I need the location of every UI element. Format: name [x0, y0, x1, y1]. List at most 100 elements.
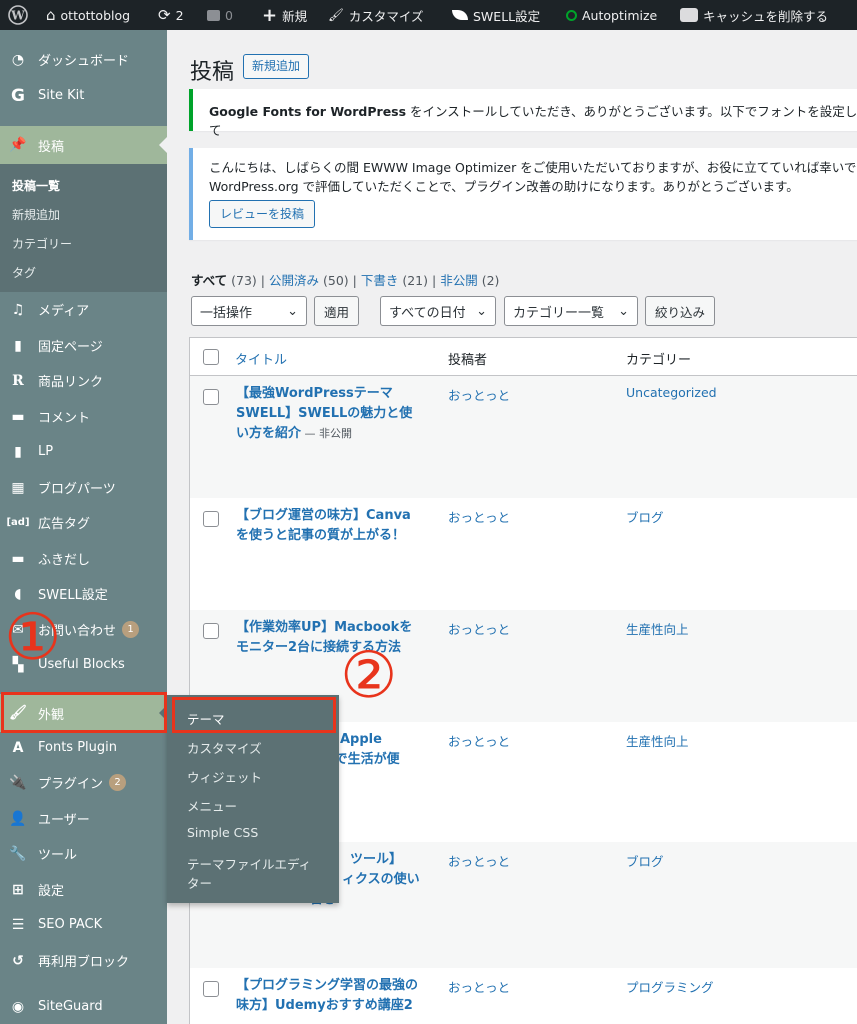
post-category-link[interactable]: 生産性向上 [626, 731, 689, 750]
clear-cache-link[interactable]: キャッシュを削除する [680, 0, 828, 30]
post-title-link[interactable]: 【最強WordPressテーマ SWELL】SWELLの魅力と使 い方を紹介 —… [236, 384, 424, 444]
menu-tools[interactable]: 🔧 ツール [0, 836, 167, 871]
select-all-checkbox[interactable] [203, 349, 219, 365]
customize-link[interactable]: 🖌 カスタマイズ [328, 0, 424, 30]
menu-lp[interactable]: ▮ LP [0, 434, 167, 469]
submenu-all-posts[interactable]: 投稿一覧 [12, 177, 60, 194]
new-content-link[interactable]: + 新規 [262, 0, 307, 30]
notice-line: こんにちは、しばらくの間 EWWW Image Optimizer をご使用いた… [209, 160, 857, 175]
flyout-theme-editor-cont[interactable]: ター [187, 873, 212, 892]
apply-button[interactable]: 適用 [314, 296, 360, 326]
post-title-link[interactable]: 【プログラミング学習の最強の 味方】Udemyおすすめ講座2 [236, 976, 424, 1016]
swell-icon [452, 10, 468, 20]
menu-settings[interactable]: ⊞ 設定 [0, 872, 167, 907]
view-published-link[interactable]: 公開済み [269, 273, 319, 288]
menu-fonts-plugin[interactable]: A Fonts Plugin [0, 730, 167, 765]
menu-reusable-blocks[interactable]: ↺ 再利用ブロック [0, 943, 167, 978]
write-review-button[interactable]: レビューを投稿 [209, 200, 316, 228]
menu-label: 再利用ブロック [38, 955, 130, 970]
post-category-link[interactable]: 生産性向上 [626, 619, 689, 638]
column-title[interactable]: タイトル [235, 349, 287, 368]
menu-seo-pack[interactable]: ☰ SEO PACK [0, 907, 167, 942]
menu-comments[interactable]: ▬ コメント [0, 399, 167, 434]
flyout-widgets[interactable]: ウィジェット [187, 767, 262, 786]
wordpress-logo-icon[interactable]: W [8, 0, 28, 30]
post-title-link[interactable]: 【ブログ運営の味方】Canva を使うと記事の質が上がる！ [236, 506, 424, 546]
view-private-link[interactable]: 非公開 [440, 273, 478, 288]
row-checkbox[interactable] [203, 389, 219, 405]
column-category: カテゴリー [626, 353, 692, 368]
menu-dashboard[interactable]: ◔ ダッシュボード [0, 42, 167, 77]
post-state: — 非公開 [301, 427, 353, 440]
rinker-icon: R [12, 372, 24, 389]
separator: | [352, 273, 357, 288]
menu-label: プラグイン [38, 777, 104, 792]
updates-link[interactable]: ⟳ 2 [158, 0, 184, 30]
add-new-button[interactable]: 新規追加 [243, 54, 310, 79]
category-filter-select[interactable]: カテゴリー一覧 ⌄ [504, 296, 638, 326]
menu-site-kit[interactable]: G Site Kit [0, 78, 167, 113]
menu-label: LP [38, 444, 54, 459]
post-title-link[interactable]: Apple とで生活が便 ！ [322, 730, 430, 790]
row-checkbox[interactable] [203, 623, 219, 639]
menu-siteguard[interactable]: ◉ SiteGuard [0, 989, 167, 1024]
date-filter-select[interactable]: すべての日付 ⌄ [380, 296, 496, 326]
post-category-link[interactable]: ブログ [626, 507, 664, 526]
menu-blog-parts[interactable]: ▦ ブログパーツ [0, 470, 167, 505]
menu-label: ふきだし [38, 553, 91, 568]
post-author-link[interactable]: おっとっと [448, 385, 510, 404]
menu-posts[interactable]: 📌 投稿 [0, 126, 167, 164]
menu-pages[interactable]: ▮ 固定ページ [0, 328, 167, 363]
bulk-action-select[interactable]: 一括操作 ⌄ [191, 296, 307, 326]
menu-ad-tags[interactable]: [ad] 広告タグ [0, 505, 167, 540]
menu-product-links[interactable]: R 商品リンク [0, 363, 167, 398]
cow-icon [680, 8, 698, 22]
flyout-menus[interactable]: メニュー [187, 796, 237, 815]
comments-link[interactable]: 0 [207, 0, 233, 30]
filter-button[interactable]: 絞り込み [645, 296, 716, 326]
table-row: 【ブログ運営の味方】Canva を使うと記事の質が上がる！ おっとっと ブログ [190, 498, 857, 610]
menu-media[interactable]: ♫ メディア [0, 292, 167, 327]
submenu-categories[interactable]: カテゴリー [12, 235, 72, 252]
menu-label: 商品リンク [38, 375, 104, 390]
autoptimize-link[interactable]: Autoptimize [566, 0, 657, 30]
flyout-customize[interactable]: カスタマイズ [187, 738, 262, 757]
user-icon: 👤 [9, 810, 27, 827]
home-icon: ⌂ [46, 6, 56, 24]
post-category-link[interactable]: ブログ [626, 851, 664, 870]
status-circle-icon [566, 9, 577, 21]
menu-label: 固定ページ [38, 340, 103, 355]
menu-balloon[interactable]: ▬ ふきだし [0, 541, 167, 576]
admin-bar: W ⌂ ottottoblog ⟳ 2 0 + 新規 🖌 カスタマイズ SWEL… [0, 0, 857, 30]
view-count: (73) [231, 273, 257, 288]
submenu-tags[interactable]: タグ [12, 264, 36, 281]
post-author-link[interactable]: おっとっと [448, 619, 510, 638]
post-author-link[interactable]: おっとっと [448, 977, 510, 996]
row-checkbox[interactable] [203, 511, 219, 527]
submenu-add-new[interactable]: 新規追加 [12, 206, 60, 223]
menu-plugins[interactable]: 🔌 プラグイン 2 [0, 765, 167, 800]
customize-label: カスタマイズ [348, 8, 424, 24]
view-all-link[interactable]: すべて [191, 273, 227, 288]
title-line: 【作業効率UP】Macbookを [236, 620, 413, 635]
title-line: Apple [340, 732, 382, 747]
post-category-link[interactable]: Uncategorized [626, 385, 717, 400]
row-checkbox[interactable] [203, 981, 219, 997]
view-draft-link[interactable]: 下書き [361, 273, 399, 288]
post-title-link[interactable]: ツール】 ィクスの使い 書き [310, 850, 430, 910]
flyout-theme-editor[interactable]: テーマファイルエディ [187, 854, 311, 873]
flyout-simple-css[interactable]: Simple CSS [187, 825, 258, 840]
post-author-link[interactable]: おっとっと [448, 731, 510, 750]
menu-users[interactable]: 👤 ユーザー [0, 801, 167, 836]
swell-settings-link[interactable]: SWELL設定 [452, 0, 540, 30]
document-icon: ▮ [14, 443, 22, 460]
site-name-link[interactable]: ⌂ ottottoblog [46, 0, 130, 30]
post-author-link[interactable]: おっとっと [448, 851, 510, 870]
separator: | [260, 273, 265, 288]
plugin-icon: 🔌 [9, 774, 27, 791]
post-author-link[interactable]: おっとっと [448, 507, 510, 526]
blogparts-icon: ▦ [11, 479, 25, 496]
ewww-review-notice: こんにちは、しばらくの間 EWWW Image Optimizer をご使用いた… [189, 148, 857, 240]
post-category-link[interactable]: プログラミング [626, 977, 714, 996]
table-row: 【プログラミング学習の最強の 味方】Udemyおすすめ講座2 おっとっと プログ… [190, 968, 857, 1024]
